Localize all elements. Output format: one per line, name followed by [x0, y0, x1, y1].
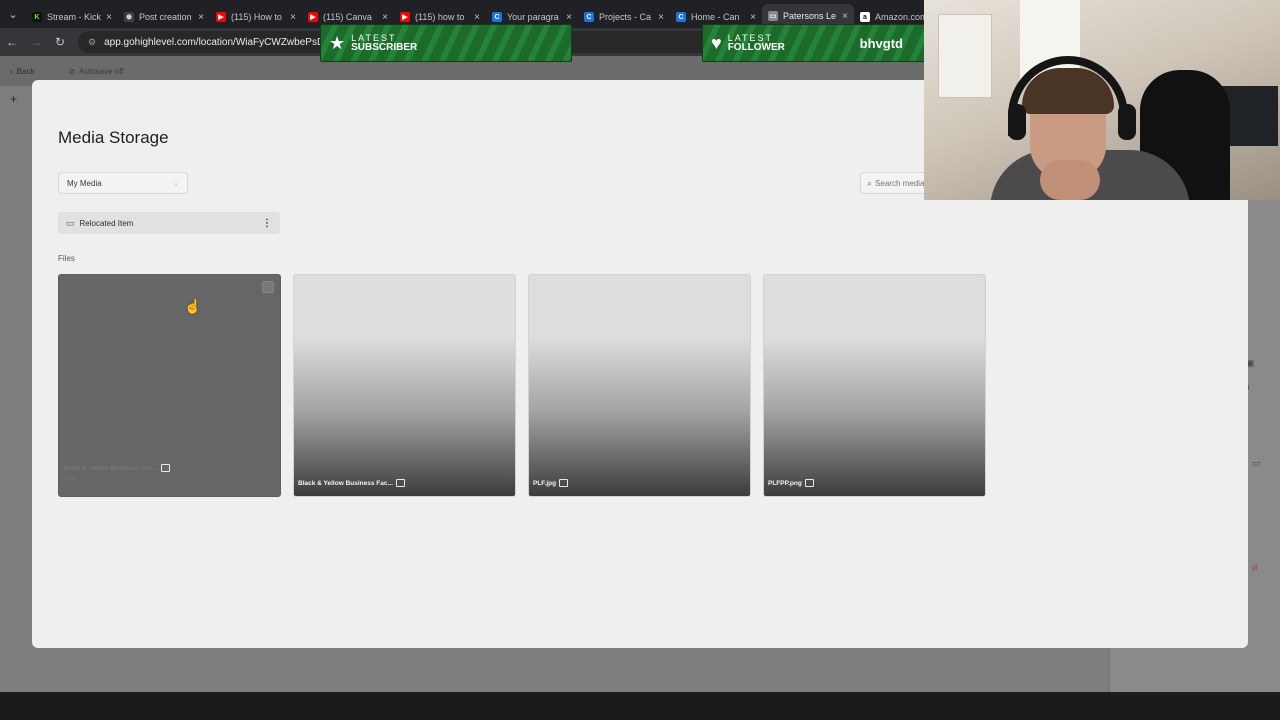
- file-meta: PNG: [63, 476, 75, 482]
- back-arrow-icon[interactable]: ←: [0, 35, 24, 49]
- tab-favicon-icon: ▶: [216, 12, 226, 22]
- file-name-text: PLF.jpg: [533, 479, 557, 487]
- search-icon: ⌕: [867, 177, 873, 188]
- site-info-icon[interactable]: ⚙: [88, 37, 96, 48]
- tab-favicon-icon: ▭: [768, 11, 778, 21]
- star-icon: ★: [329, 32, 346, 53]
- image-icon: [804, 479, 814, 487]
- follower-name: bhvgtd: [859, 35, 903, 51]
- forward-arrow-icon[interactable]: →: [24, 35, 48, 49]
- tab-favicon-icon: C: [584, 12, 594, 22]
- os-taskbar: [0, 692, 1280, 720]
- autosave-icon: ⊘: [68, 66, 76, 76]
- tab-search-icon[interactable]: ⌄: [0, 0, 26, 28]
- webcam-person-hand: [1040, 160, 1100, 200]
- file-name: PLF.jpg: [533, 479, 569, 487]
- file-card[interactable]: Black & Yellow Business Fac...: [293, 274, 516, 497]
- add-element-icon[interactable]: +: [10, 92, 17, 106]
- tab-title: Post creation: [139, 12, 192, 22]
- chevron-down-icon: ⌄: [173, 180, 179, 187]
- media-select-value: My Media: [67, 178, 102, 188]
- tab-title: (115) How to: [231, 12, 282, 22]
- autosave-status[interactable]: ⊘ Autosave off: [68, 67, 123, 76]
- browser-tab[interactable]: ⊕ Post creation ×: [118, 6, 210, 28]
- subscriber-line2: SUBSCRIBER: [351, 42, 418, 53]
- headset-left-ear: [1008, 104, 1026, 140]
- file-name: Black & Yellow Business Fac...: [298, 479, 405, 487]
- file-card[interactable]: Black & Yellow Business Fac... PNG: [58, 274, 281, 497]
- tab-close-icon[interactable]: ×: [198, 12, 204, 23]
- file-card[interactable]: PLF.jpg: [528, 274, 751, 497]
- files-heading: Files: [58, 254, 75, 263]
- tab-title: Your paragra: [507, 12, 559, 22]
- file-select-checkbox[interactable]: [262, 281, 274, 293]
- webcam-monitor: [1222, 86, 1278, 146]
- file-name-text: Black & Yellow Business Fac...: [63, 464, 158, 472]
- heart-icon: ♥: [711, 32, 722, 53]
- folder-icon: ▭: [66, 217, 75, 228]
- tab-favicon-icon: ⊕: [124, 12, 134, 22]
- file-card[interactable]: PLFPP.png: [763, 274, 986, 497]
- tab-favicon-icon: C: [676, 12, 686, 22]
- file-name: PLFPP.png: [768, 479, 814, 487]
- chevron-left-icon: ‹: [10, 66, 13, 76]
- tab-close-icon[interactable]: ×: [750, 12, 756, 23]
- url-text: app.gohighlevel.com/location/WiaFyCWZwbe…: [104, 36, 341, 48]
- latest-follower-alert: ♥ LATEST FOLLOWER bhvgtd: [702, 24, 946, 62]
- reload-icon[interactable]: ↻: [48, 35, 72, 49]
- folder-item[interactable]: ▭ Relocated Item ⋮: [58, 212, 280, 234]
- headset-right-ear: [1118, 104, 1136, 140]
- file-name-text: Black & Yellow Business Fac...: [298, 479, 393, 487]
- tab-close-icon[interactable]: ×: [290, 12, 296, 23]
- tab-close-icon[interactable]: ×: [474, 12, 480, 23]
- image-icon: [160, 464, 170, 472]
- latest-subscriber-alert: ★ LATEST SUBSCRIBER: [320, 24, 572, 62]
- tab-favicon-icon: ▶: [400, 12, 410, 22]
- modal-title: Media Storage: [58, 128, 169, 147]
- browser-tab[interactable]: K Stream - Kick ×: [26, 6, 118, 28]
- back-link[interactable]: ‹ Back: [10, 67, 34, 76]
- tab-close-icon[interactable]: ×: [658, 12, 664, 23]
- tab-favicon-icon: a: [860, 12, 870, 22]
- follower-line2: FOLLOWER: [727, 42, 785, 53]
- back-label: Back: [16, 66, 35, 76]
- monitor-icon[interactable]: ▭: [1252, 458, 1261, 469]
- more-options-icon[interactable]: ⋮: [262, 218, 272, 229]
- browser-tab[interactable]: C Projects - Ca ×: [578, 6, 670, 28]
- hand-cursor-icon: ☝: [184, 298, 202, 314]
- tab-title: (115) Canva: [323, 12, 372, 22]
- file-name-text: PLFPP.png: [768, 479, 802, 487]
- webcam-feed: [924, 0, 1280, 200]
- browser-tab[interactable]: ▶ (115) How to ×: [210, 6, 302, 28]
- tab-close-icon[interactable]: ×: [566, 12, 572, 23]
- tab-favicon-icon: K: [32, 12, 42, 22]
- tab-title: Patersons Le: [783, 11, 837, 21]
- tab-close-icon[interactable]: ×: [106, 12, 112, 23]
- image-icon: [559, 479, 569, 487]
- file-name: Black & Yellow Business Fac...: [63, 464, 170, 472]
- tab-title: Home - Can: [691, 12, 740, 22]
- tab-close-icon[interactable]: ×: [382, 12, 388, 23]
- tab-close-icon[interactable]: ×: [842, 11, 848, 22]
- folder-name: Relocated Item: [79, 218, 134, 228]
- no-color-icon[interactable]: ⧄: [1252, 562, 1258, 573]
- webcam-whiteboard: [938, 14, 992, 98]
- tab-favicon-icon: ▶: [308, 12, 318, 22]
- tab-title: Projects - Ca: [599, 12, 652, 22]
- media-folder-select[interactable]: My Media ⌄: [58, 172, 188, 194]
- tab-favicon-icon: C: [492, 12, 502, 22]
- tab-title: Stream - Kick: [47, 12, 102, 22]
- autosave-label: Autosave off: [79, 66, 124, 76]
- tab-title: (115) how to: [415, 12, 465, 22]
- image-icon: [395, 479, 405, 487]
